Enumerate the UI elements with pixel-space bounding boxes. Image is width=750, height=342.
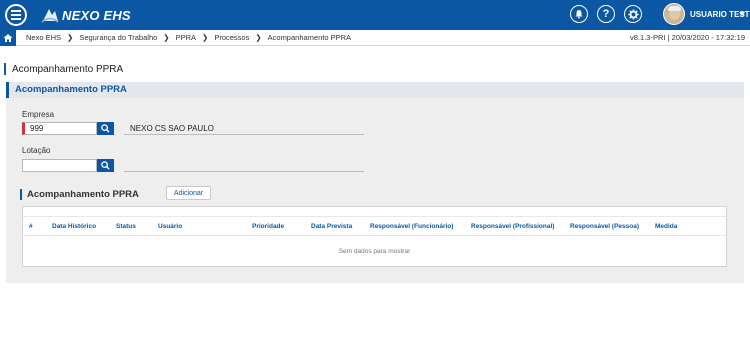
lotacao-search-button[interactable] <box>97 159 114 172</box>
column-header[interactable]: Prioridade <box>252 223 284 230</box>
add-button[interactable]: Adicionar <box>166 186 211 200</box>
column-header[interactable]: Data Prevista <box>311 223 352 230</box>
gear-icon[interactable] <box>624 5 642 23</box>
column-header[interactable]: Status <box>116 223 136 230</box>
breadcrumb-item[interactable]: Nexo EHS <box>26 33 61 42</box>
empresa-search-button[interactable] <box>97 122 114 135</box>
app-logo[interactable]: NEXO EHS <box>40 5 131 25</box>
panel-title: Acompanhamento PPRA <box>15 84 127 95</box>
chevron-right-icon: ❯ <box>202 33 209 42</box>
search-icon <box>101 161 110 170</box>
lotacao-input[interactable] <box>22 159 97 172</box>
empresa-description-underline <box>124 134 364 135</box>
help-icon[interactable]: ? <box>597 5 615 23</box>
grid-title-wrap: Acompanhamento PPRA <box>20 188 139 200</box>
avatar[interactable] <box>663 3 685 25</box>
lotacao-label: Lotação <box>22 146 51 155</box>
column-header[interactable]: # <box>29 223 33 230</box>
panel-header: Acompanhamento PPRA <box>6 82 744 98</box>
empresa-label: Empresa <box>22 110 55 119</box>
column-header[interactable]: Responsável (Pessoa) <box>570 223 639 230</box>
data-table: # Data Histórico Status Usuário Priorida… <box>22 206 727 267</box>
column-header[interactable]: Medida <box>655 223 677 230</box>
logo-mark-icon <box>41 9 59 23</box>
column-header[interactable]: Data Histórico <box>52 223 96 230</box>
chevron-right-icon: ❯ <box>67 33 74 42</box>
empresa-input[interactable]: 999 <box>22 122 97 135</box>
home-icon[interactable] <box>0 30 16 46</box>
breadcrumb-item[interactable]: Processos <box>214 33 249 42</box>
breadcrumb-item[interactable]: Segurança do Trabalho <box>79 33 157 42</box>
column-header[interactable]: Responsável (Funcionário) <box>370 223 453 230</box>
empresa-description: NEXO CS SAO PAULO <box>130 124 214 133</box>
chevron-down-icon[interactable] <box>739 12 745 16</box>
chevron-right-icon: ❯ <box>255 33 262 42</box>
top-bar: NEXO EHS ? USUARIO TESTE <box>0 0 750 30</box>
chevron-right-icon: ❯ <box>163 33 170 42</box>
breadcrumb: Nexo EHS ❯ Segurança do Trabalho ❯ PPRA … <box>26 33 351 42</box>
grid-title-accent <box>20 188 22 200</box>
grid-title: Acompanhamento PPRA <box>27 188 139 200</box>
column-header[interactable]: Usuário <box>158 223 182 230</box>
title-accent <box>4 63 6 75</box>
table-header: # Data Histórico Status Usuário Priorida… <box>23 216 726 236</box>
page-title: Acompanhamento PPRA <box>12 63 124 75</box>
search-icon <box>101 124 110 133</box>
column-header[interactable]: Responsável (Profissional) <box>471 223 554 230</box>
breadcrumb-item[interactable]: PPRA <box>176 33 196 42</box>
page-title-wrap: Acompanhamento PPRA <box>4 62 123 76</box>
breadcrumb-bar: Nexo EHS ❯ Segurança do Trabalho ❯ PPRA … <box>0 30 750 46</box>
empty-message: Sem dados para mostrar <box>338 248 411 255</box>
lotacao-description-underline <box>124 171 364 172</box>
menu-icon[interactable] <box>5 4 27 26</box>
breadcrumb-item-current: Acompanhamento PPRA <box>267 33 352 42</box>
bell-icon[interactable] <box>570 5 588 23</box>
logo-text: NEXO EHS <box>62 7 131 23</box>
version-info: v8.1.3-PRI | 20/03/2020 - 17:32:19 <box>630 33 745 42</box>
